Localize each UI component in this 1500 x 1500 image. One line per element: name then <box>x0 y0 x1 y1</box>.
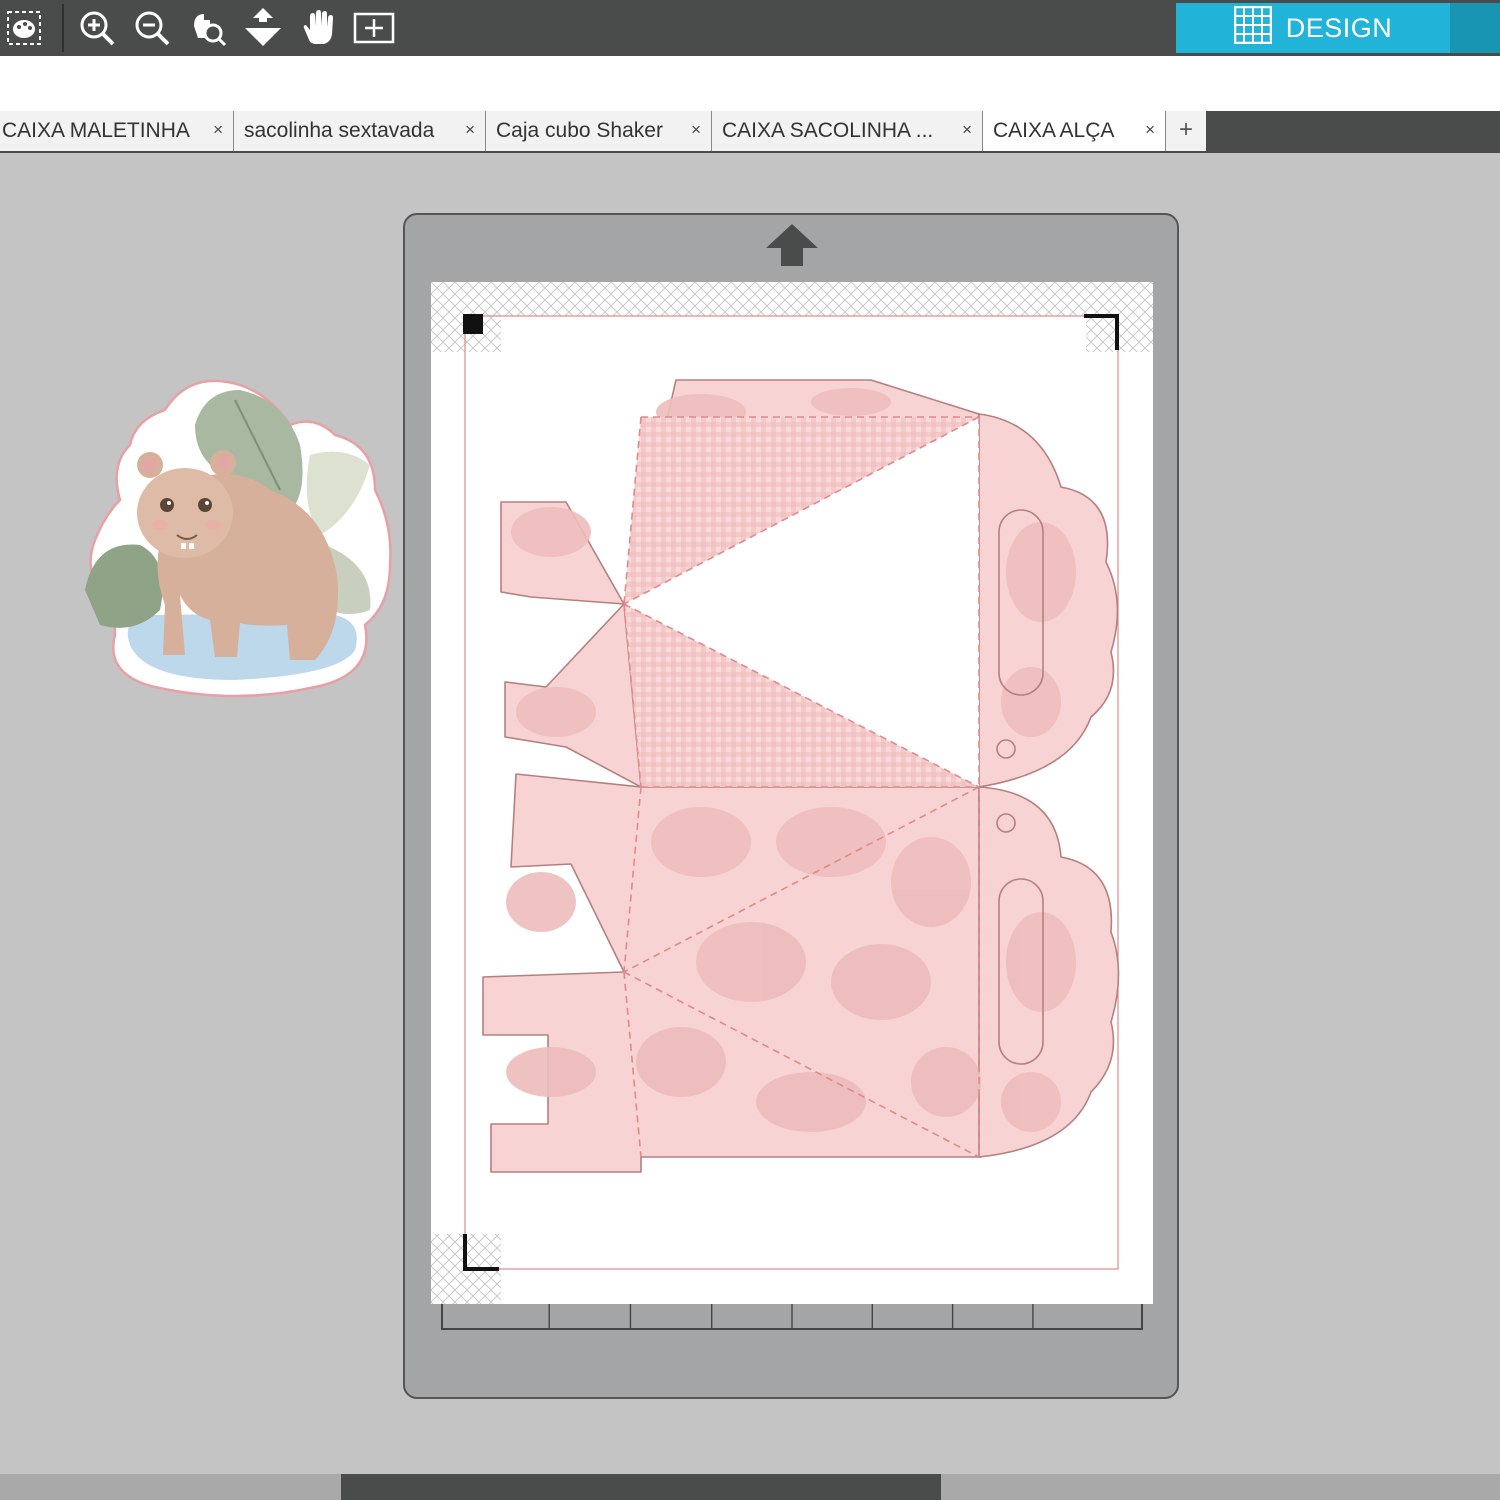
load-direction-arrow-icon <box>766 224 818 266</box>
zoom-selection-icon[interactable] <box>186 6 230 50</box>
close-icon[interactable]: × <box>213 120 223 140</box>
zoom-in-icon[interactable] <box>75 6 119 50</box>
move-down-icon[interactable] <box>241 6 285 50</box>
design-tab[interactable]: DESIGN <box>1176 3 1450 53</box>
cut-page[interactable] <box>431 282 1153 1304</box>
tab-label: sacolinha sextavada <box>244 119 435 142</box>
tab-caixa-sacolinha[interactable]: CAIXA SACOLINHA ... × <box>712 111 983 151</box>
add-tab-button[interactable]: + <box>1166 111 1206 151</box>
scrollbar-thumb[interactable] <box>341 1474 941 1500</box>
fit-to-page-icon[interactable] <box>352 6 396 50</box>
zoom-out-icon[interactable] <box>130 6 174 50</box>
pan-hand-icon[interactable] <box>296 6 340 50</box>
top-toolbar: DESIGN <box>0 0 1500 56</box>
box-template[interactable] <box>482 379 1120 1173</box>
close-icon[interactable]: × <box>1145 120 1155 140</box>
tab-caixa-maletinha[interactable]: CAIXA MALETINHA × <box>0 111 234 151</box>
properties-strip <box>0 56 1500 111</box>
toolbar-divider <box>62 4 64 52</box>
grid-icon <box>1233 5 1272 51</box>
tab-label: CAIXA ALÇA <box>993 119 1115 142</box>
select-tool-icon[interactable] <box>2 6 46 50</box>
tab-label: CAIXA SACOLINHA ... <box>722 119 934 142</box>
mat-ruler <box>441 1304 1143 1330</box>
design-tab-label: DESIGN <box>1285 12 1393 43</box>
document-tab-bar: CAIXA MALETINHA × sacolinha sextavada × … <box>0 111 1500 153</box>
tab-caja-cubo-shaker[interactable]: Caja cubo Shaker × <box>486 111 712 151</box>
close-icon[interactable]: × <box>691 120 701 140</box>
close-icon[interactable]: × <box>465 120 475 140</box>
tab-caixa-alca[interactable]: CAIXA ALÇA × <box>983 111 1166 151</box>
tab-label: CAIXA MALETINHA <box>2 119 190 142</box>
close-icon[interactable]: × <box>962 120 972 140</box>
hippo-sticker-image[interactable] <box>75 365 400 710</box>
design-tab-edge <box>1450 3 1500 53</box>
tab-label: Caja cubo Shaker <box>496 119 663 142</box>
tab-sacolinha-sextavada[interactable]: sacolinha sextavada × <box>234 111 486 151</box>
